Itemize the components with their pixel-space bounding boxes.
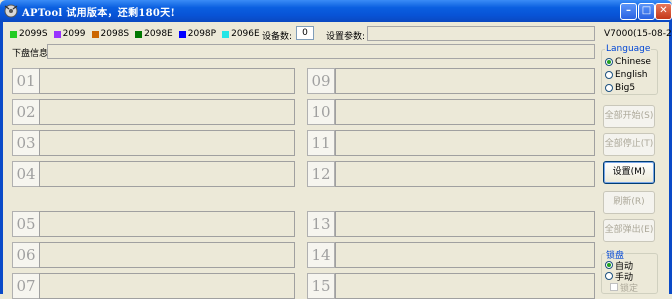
slot-progress-09 [335,68,595,94]
slot-progress-03 [39,130,295,156]
version-label: V7000(15-08-25) [604,29,672,39]
slot-progress-10 [335,99,595,125]
language-radio-chinese[interactable] [605,58,613,66]
slot-progress-12 [335,161,595,187]
maximize-icon: □ [641,5,652,16]
disk-tool-icon [4,4,18,18]
slot-number: 09 [307,68,335,94]
refresh-button[interactable]: 刷新(R) [603,191,655,214]
lock-checkbox-label: 锁定 [620,284,639,294]
slot-progress-01 [39,68,295,94]
slot-number: 07 [12,273,40,299]
title-bar[interactable]: APTool 试用版本，还剩180天! – □ ✕ [0,0,672,22]
close-icon: ✕ [659,5,668,16]
legend-label: 2098P [187,29,217,39]
slot-number: 03 [12,130,40,156]
device-count-label: 设备数: [262,32,293,42]
legend-label: 2098E [144,29,173,39]
slot-number: 13 [307,211,335,237]
legend-label: 2099S [19,29,48,39]
slot-progress-05 [39,211,295,237]
device-count-value: 0 [296,26,314,40]
start-all-button[interactable]: 全部开始(S) [603,105,655,128]
slot-number: 04 [12,161,40,187]
legend-swatch [53,30,61,38]
language-group-title: Language [605,44,652,54]
legend-item: 2099S [10,29,48,39]
maximize-button[interactable]: □ [638,3,655,20]
slot-progress-02 [39,99,295,125]
legend-label: 2099 [62,29,86,39]
minimize-icon: – [626,5,631,16]
legend-item: 2096E [222,29,260,39]
eject-all-button[interactable]: 全部弹出(E) [603,219,655,242]
slot-number: 01 [12,68,40,94]
slot-number: 11 [307,130,335,156]
download-info-field [47,44,595,59]
lock-auto-radio[interactable] [605,261,613,269]
lock-manual-radio[interactable] [605,272,613,280]
legend-item: 2098E [135,29,173,39]
settings-button[interactable]: 设置(M) [603,161,655,184]
minimize-button[interactable]: – [620,3,637,20]
legend-item: 2098S [91,29,130,39]
language-option-label: Big5 [615,83,636,93]
slot-progress-14 [335,242,595,268]
settings-params-field [367,26,595,41]
slot-progress-13 [335,211,595,237]
slot-number: 05 [12,211,40,237]
language-radio-english[interactable] [605,71,613,79]
legend-item: 2098P [178,29,217,39]
slot-progress-07 [39,273,295,299]
slot-number: 02 [12,99,40,125]
slot-progress-15 [335,273,595,299]
window-title: APTool 试用版本，还剩180天! [22,8,176,19]
legend-item: 2099 [53,29,86,39]
legend-swatch [135,30,143,38]
slot-number: 10 [307,99,335,125]
slot-progress-06 [39,242,295,268]
stop-all-button[interactable]: 全部停止(T) [603,133,655,156]
legend-swatch [10,30,17,38]
slot-progress-04 [39,161,295,187]
slot-number: 15 [307,273,335,299]
legend-swatch [178,30,186,38]
slot-number: 06 [12,242,40,268]
legend-swatch [91,30,99,38]
close-button[interactable]: ✕ [655,3,672,20]
legend-label: 2096E [231,29,260,39]
slot-number: 14 [307,242,335,268]
legend-swatch [222,30,230,38]
settings-params-label: 设置参数: [326,32,366,42]
slot-progress-11 [335,130,595,156]
chip-legend: 2099S 2099 2098S 2098E 2098P 2096E [10,29,266,39]
language-option-label: English [615,70,648,80]
legend-label: 2098S [100,29,130,39]
language-radio-big5[interactable] [605,84,613,92]
lock-checkbox[interactable] [610,283,618,291]
slot-number: 12 [307,161,335,187]
download-info-label: 下盘信息: [12,49,52,59]
language-option-label: Chinese [615,57,651,67]
